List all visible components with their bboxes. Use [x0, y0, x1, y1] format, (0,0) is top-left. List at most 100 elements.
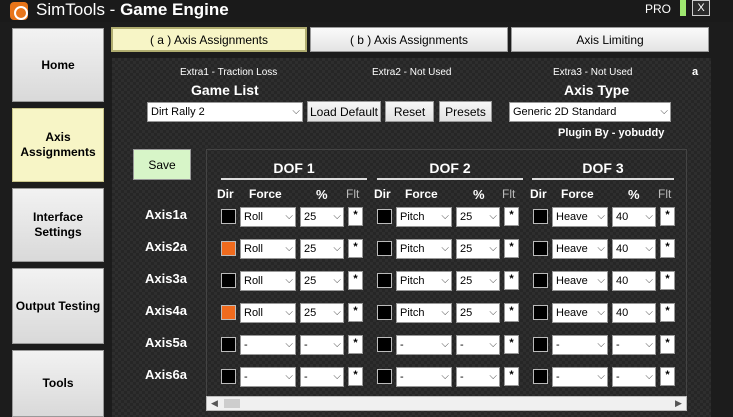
force-select[interactable]: Heave ⌵ — [552, 271, 608, 291]
dir-checkbox[interactable] — [533, 209, 548, 224]
chevron-down-icon: ⌵ — [285, 243, 293, 254]
force-select[interactable]: - ⌵ — [552, 367, 608, 387]
force-select[interactable]: Roll ⌵ — [240, 271, 296, 291]
sidebar-item-tools[interactable]: Tools — [12, 350, 104, 417]
reset-button[interactable]: Reset — [385, 101, 434, 122]
scroll-left-icon[interactable]: ◀ — [207, 397, 222, 410]
force-select[interactable]: Pitch ⌵ — [396, 207, 452, 227]
filter-button[interactable]: * — [348, 335, 363, 354]
filter-button[interactable]: * — [348, 207, 363, 226]
dir-checkbox[interactable] — [377, 209, 392, 224]
percent-select[interactable]: - ⌵ — [300, 335, 344, 355]
dir-checkbox[interactable] — [377, 241, 392, 256]
axis-type-select-value: Generic 2D Standard — [513, 106, 617, 118]
filter-button[interactable]: * — [504, 367, 519, 386]
filter-button[interactable]: * — [660, 271, 675, 290]
dir-checkbox[interactable] — [533, 273, 548, 288]
filter-button[interactable]: * — [348, 239, 363, 258]
force-select-value: Roll — [244, 211, 263, 223]
sidebar-item-axis-assignments[interactable]: Axis Assignments — [12, 108, 104, 182]
percent-select[interactable]: - ⌵ — [612, 367, 656, 387]
percent-select[interactable]: 25 ⌵ — [300, 239, 344, 259]
percent-select[interactable]: - ⌵ — [456, 367, 500, 387]
horizontal-scrollbar[interactable]: ◀ ▶ — [206, 396, 687, 411]
sidebar-item-interface-settings[interactable]: Interface Settings — [12, 188, 104, 262]
filter-button[interactable]: * — [504, 335, 519, 354]
force-select[interactable]: Pitch ⌵ — [396, 239, 452, 259]
filter-button[interactable]: * — [348, 367, 363, 386]
percent-select[interactable]: 40 ⌵ — [612, 303, 656, 323]
force-select-value: Pitch — [400, 275, 425, 287]
force-select[interactable]: - ⌵ — [396, 335, 452, 355]
tab-axis-limiting[interactable]: Axis Limiting — [511, 27, 709, 52]
save-button[interactable]: Save — [133, 149, 191, 180]
force-select[interactable]: - ⌵ — [240, 367, 296, 387]
percent-select[interactable]: - ⌵ — [300, 367, 344, 387]
load-default-button[interactable]: Load Default — [307, 101, 381, 122]
filter-button[interactable]: * — [660, 207, 675, 226]
force-select[interactable]: - ⌵ — [552, 335, 608, 355]
percent-select[interactable]: 25 ⌵ — [456, 271, 500, 291]
sidebar-item-home[interactable]: Home — [12, 28, 104, 102]
percent-select-value: 25 — [304, 275, 317, 287]
chevron-down-icon: ⌵ — [489, 243, 497, 254]
filter-button[interactable]: * — [660, 239, 675, 258]
dir-checkbox[interactable] — [221, 209, 236, 224]
dir-checkbox[interactable] — [221, 241, 236, 256]
chevron-down-icon: ⌵ — [333, 275, 341, 286]
force-select[interactable]: Heave ⌵ — [552, 239, 608, 259]
dir-checkbox[interactable] — [221, 369, 236, 384]
percent-select[interactable]: 25 ⌵ — [300, 303, 344, 323]
percent-select[interactable]: 25 ⌵ — [300, 271, 344, 291]
dir-checkbox[interactable] — [377, 305, 392, 320]
percent-select[interactable]: 40 ⌵ — [612, 271, 656, 291]
game-select[interactable]: Dirt Rally 2 ⌵ — [147, 102, 303, 122]
dir-checkbox[interactable] — [221, 273, 236, 288]
dir-checkbox[interactable] — [533, 337, 548, 352]
dir-checkbox[interactable] — [377, 337, 392, 352]
force-select[interactable]: - ⌵ — [396, 367, 452, 387]
dir-checkbox[interactable] — [533, 241, 548, 256]
filter-button[interactable]: * — [504, 271, 519, 290]
force-select[interactable]: Pitch ⌵ — [396, 303, 452, 323]
filter-button[interactable]: * — [660, 303, 675, 322]
force-select[interactable]: Heave ⌵ — [552, 303, 608, 323]
close-button[interactable]: X — [692, 0, 710, 16]
dof-2-header: DOF 2 — [377, 160, 523, 180]
filter-button[interactable]: * — [348, 303, 363, 322]
dir-checkbox[interactable] — [377, 369, 392, 384]
percent-select[interactable]: 25 ⌵ — [456, 239, 500, 259]
presets-button[interactable]: Presets — [439, 101, 492, 122]
percent-select[interactable]: 25 ⌵ — [456, 303, 500, 323]
filter-button[interactable]: * — [504, 207, 519, 226]
percent-select-value: 40 — [616, 307, 629, 319]
scroll-thumb[interactable] — [224, 399, 240, 408]
percent-select[interactable]: - ⌵ — [612, 335, 656, 355]
force-select[interactable]: Heave ⌵ — [552, 207, 608, 227]
dir-checkbox[interactable] — [377, 273, 392, 288]
scroll-right-icon[interactable]: ▶ — [671, 397, 686, 410]
force-select[interactable]: Roll ⌵ — [240, 239, 296, 259]
dir-checkbox[interactable] — [533, 305, 548, 320]
percent-select[interactable]: 40 ⌵ — [612, 239, 656, 259]
filter-button[interactable]: * — [660, 367, 675, 386]
filter-button[interactable]: * — [504, 239, 519, 258]
dir-checkbox[interactable] — [221, 337, 236, 352]
axis-type-select[interactable]: Generic 2D Standard ⌵ — [509, 102, 671, 122]
tab-axis-assignments-a[interactable]: ( a ) Axis Assignments — [111, 27, 307, 52]
filter-button[interactable]: * — [660, 335, 675, 354]
percent-select[interactable]: 25 ⌵ — [300, 207, 344, 227]
force-select[interactable]: Roll ⌵ — [240, 207, 296, 227]
force-select[interactable]: Pitch ⌵ — [396, 271, 452, 291]
tab-axis-assignments-b[interactable]: ( b ) Axis Assignments — [310, 27, 508, 52]
force-select[interactable]: - ⌵ — [240, 335, 296, 355]
percent-select[interactable]: 40 ⌵ — [612, 207, 656, 227]
sidebar-item-output-testing[interactable]: Output Testing — [12, 268, 104, 344]
dir-checkbox[interactable] — [221, 305, 236, 320]
filter-button[interactable]: * — [348, 271, 363, 290]
force-select[interactable]: Roll ⌵ — [240, 303, 296, 323]
filter-button[interactable]: * — [504, 303, 519, 322]
percent-select[interactable]: 25 ⌵ — [456, 207, 500, 227]
percent-select[interactable]: - ⌵ — [456, 335, 500, 355]
dir-checkbox[interactable] — [533, 369, 548, 384]
